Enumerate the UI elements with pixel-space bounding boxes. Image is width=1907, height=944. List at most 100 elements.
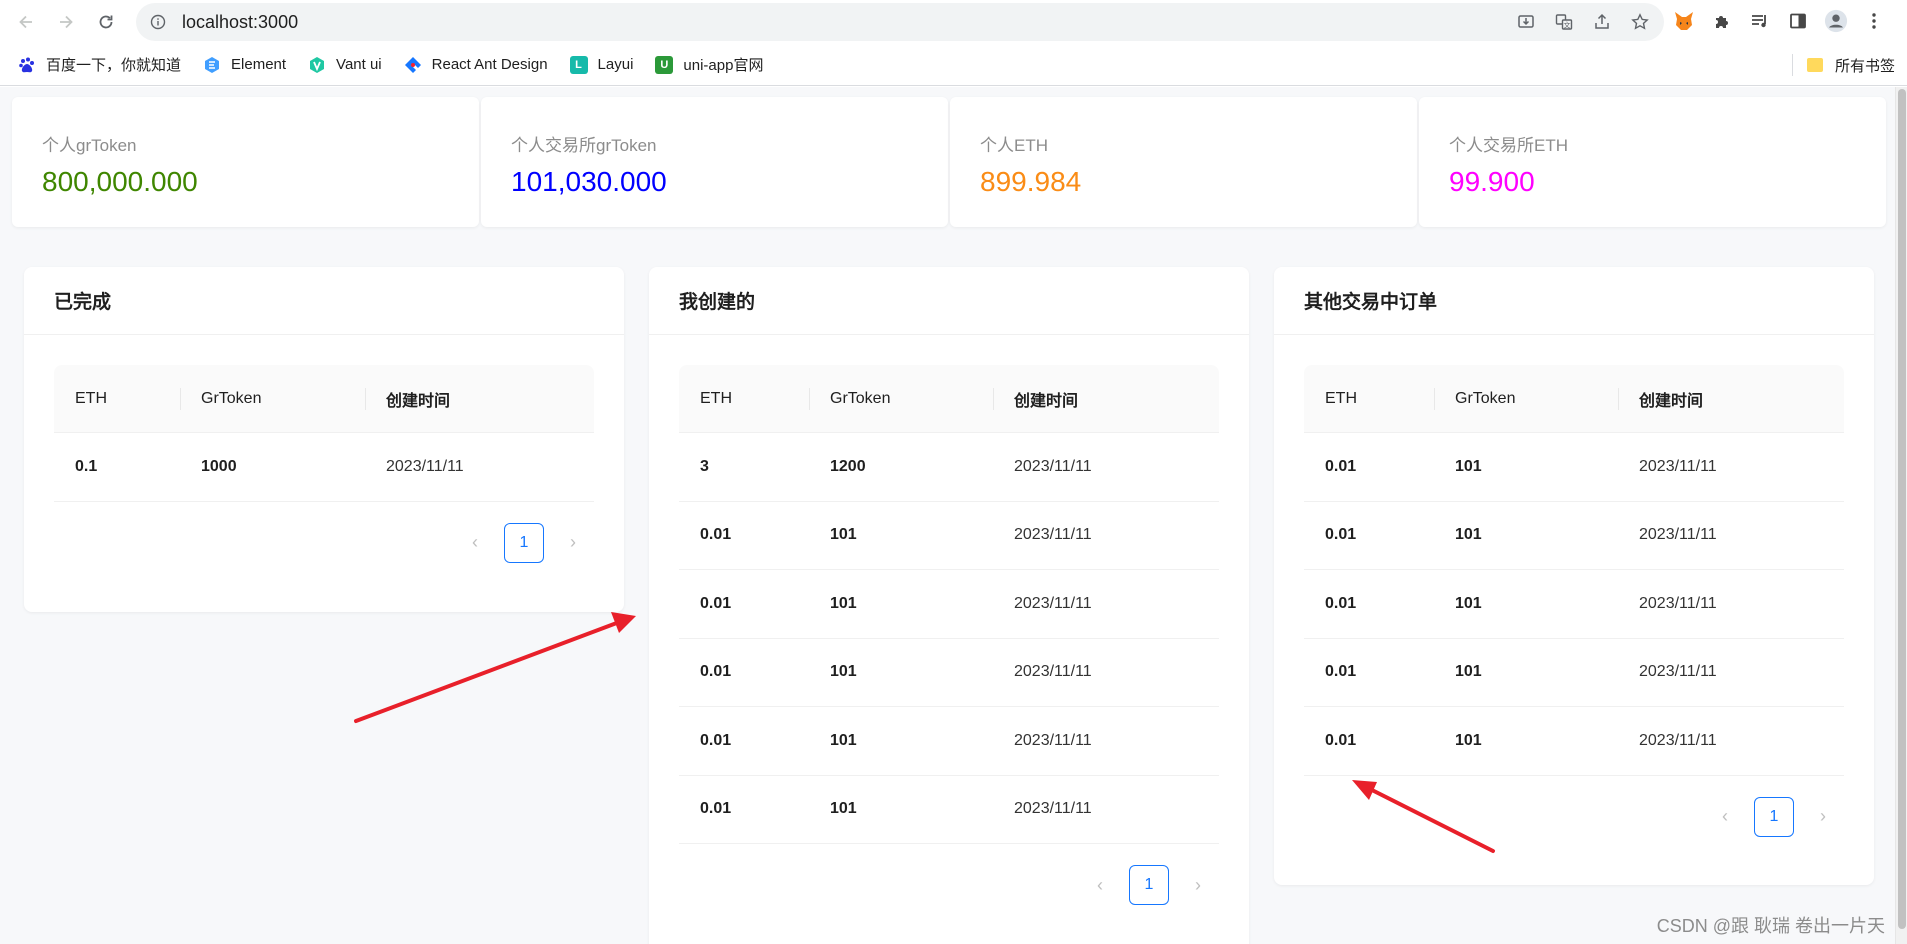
table-header: ETH GrToken 创建时间 [54, 365, 594, 433]
cell-grtoken: 1000 [180, 433, 365, 502]
stat-title: 个人交易所grToken [511, 136, 657, 155]
cell-created: 2023/11/11 [993, 433, 1219, 502]
cell-grtoken: 101 [1434, 707, 1618, 776]
prev-page-button[interactable]: ‹ [1714, 806, 1736, 827]
share-icon[interactable] [1592, 12, 1612, 32]
table-row: 0.01 101 2023/11/11 [1304, 639, 1844, 707]
translate-icon[interactable]: 文 [1554, 12, 1574, 32]
table-row: 0.01 101 2023/11/11 [679, 776, 1219, 844]
col-created: 创建时间 [993, 365, 1219, 433]
stat-title: 个人ETH [980, 136, 1048, 155]
cell-created: 2023/11/11 [993, 707, 1219, 776]
col-created: 创建时间 [1618, 365, 1844, 433]
arrow-left-icon [19, 15, 32, 29]
baidu-icon [18, 56, 36, 74]
prev-page-button[interactable]: ‹ [464, 532, 486, 553]
table-row: 0.01 101 2023/11/11 [679, 570, 1219, 639]
cell-created: 2023/11/11 [1618, 707, 1844, 776]
folder-icon [1806, 58, 1823, 72]
cell-eth: 0.01 [679, 776, 809, 844]
bookmark-ant-design[interactable]: React Ant Design [404, 56, 548, 74]
cell-grtoken: 101 [809, 570, 993, 639]
page-1-button[interactable]: 1 [504, 522, 544, 563]
address-bar[interactable]: localhost:3000 文 [136, 3, 1664, 41]
install-app-icon[interactable] [1516, 12, 1536, 32]
stat-title: 个人交易所ETH [1449, 136, 1568, 155]
card-done: 已完成 ETH GrToken 创建时间 0.1 1000 2023/11/11 [24, 267, 624, 612]
next-page-button[interactable]: › [1812, 806, 1834, 827]
cell-eth: 0.1 [54, 433, 180, 502]
bookmark-label: React Ant Design [431, 56, 548, 73]
page-scrollbar[interactable] [1895, 87, 1907, 944]
cell-eth: 0.01 [1304, 570, 1434, 639]
bookmark-label: uni-app官网 [683, 57, 764, 74]
page-1-button[interactable]: 1 [1754, 796, 1794, 837]
orders-table: ETH GrToken 创建时间 0.01 101 2023/11/11 0.0… [1304, 365, 1844, 776]
stat-card-exchange-grtoken: 个人交易所grToken 101,030.000 [481, 97, 948, 227]
cell-eth: 0.01 [1304, 639, 1434, 707]
stat-title: 个人grToken [42, 136, 137, 155]
col-eth: ETH [1304, 365, 1434, 433]
bookmark-uniapp[interactable]: U uni-app官网 [655, 54, 763, 75]
profile-avatar-icon[interactable] [1824, 8, 1848, 34]
back-button[interactable] [8, 4, 44, 40]
bookmark-element[interactable]: Element [203, 56, 286, 74]
page-1-button[interactable]: 1 [1129, 865, 1169, 905]
bookmark-vant[interactable]: Vant ui [308, 56, 382, 74]
scrollbar-thumb[interactable] [1898, 89, 1906, 929]
stats-row: 个人grToken 800,000.000 个人交易所grToken 101,0… [12, 97, 1886, 227]
card-title: 我创建的 [649, 267, 1249, 335]
browser-toolbar: localhost:3000 文 [0, 0, 1907, 44]
all-bookmarks-label: 所有书签 [1834, 57, 1895, 75]
site-info-icon[interactable] [150, 14, 166, 30]
bookmark-star-icon[interactable] [1630, 12, 1650, 32]
more-menu-icon[interactable] [1862, 8, 1886, 34]
bookmarks-bar: 百度一下，你就知道 Element Vant ui React Ant Desi… [0, 44, 1907, 86]
pagination: ‹ 1 › [679, 844, 1219, 926]
cell-eth: 3 [679, 433, 809, 502]
cell-created: 2023/11/11 [1618, 639, 1844, 707]
metamask-fox-icon[interactable] [1672, 8, 1696, 34]
reload-icon [99, 15, 113, 29]
table-header: ETH GrToken 创建时间 [679, 365, 1219, 433]
cell-grtoken: 101 [1434, 570, 1618, 639]
bookmark-label: Element [231, 56, 287, 73]
media-queue-icon[interactable] [1748, 8, 1772, 34]
cell-created: 2023/11/11 [365, 433, 594, 502]
cell-eth: 0.01 [679, 570, 809, 639]
cell-grtoken: 101 [1434, 433, 1618, 502]
cell-eth: 0.01 [679, 707, 809, 776]
card-title: 其他交易中订单 [1274, 267, 1874, 335]
next-page-button[interactable]: › [562, 532, 584, 553]
forward-button[interactable] [48, 4, 84, 40]
prev-page-button[interactable]: ‹ [1089, 875, 1111, 896]
table-row: 0.01 101 2023/11/11 [1304, 502, 1844, 570]
arrow-right-icon [60, 15, 73, 29]
cell-eth: 0.01 [679, 639, 809, 707]
cell-created: 2023/11/11 [1618, 570, 1844, 639]
bookmark-label: 百度一下，你就知道 [46, 57, 182, 74]
col-eth: ETH [54, 365, 180, 433]
cell-grtoken: 101 [1434, 639, 1618, 707]
bookmark-layui[interactable]: L Layui [569, 55, 633, 74]
next-page-button[interactable]: › [1187, 875, 1209, 896]
cell-created: 2023/11/11 [993, 776, 1219, 844]
element-icon [203, 56, 221, 74]
reload-button[interactable] [88, 4, 124, 40]
all-bookmarks[interactable]: 所有书签 [1791, 44, 1895, 86]
cell-eth: 0.01 [679, 502, 809, 570]
col-grtoken: GrToken [180, 365, 365, 433]
stat-card-personal-eth: 个人ETH 899.984 [950, 97, 1417, 227]
table-row: 0.01 101 2023/11/11 [679, 639, 1219, 707]
watermark: CSDN @跟 耿瑞 卷出一片天 [1656, 916, 1885, 936]
extensions-puzzle-icon[interactable] [1710, 8, 1734, 34]
bookmark-baidu[interactable]: 百度一下，你就知道 [18, 54, 181, 75]
orders-table: ETH GrToken 创建时间 3 1200 2023/11/11 0.01 … [679, 365, 1219, 844]
cell-created: 2023/11/11 [1618, 502, 1844, 570]
col-grtoken: GrToken [809, 365, 993, 433]
table-row: 3 1200 2023/11/11 [679, 433, 1219, 502]
side-panel-icon[interactable] [1786, 8, 1810, 34]
bookmark-label: Vant ui [336, 56, 382, 73]
cell-grtoken: 101 [809, 707, 993, 776]
cell-created: 2023/11/11 [993, 639, 1219, 707]
